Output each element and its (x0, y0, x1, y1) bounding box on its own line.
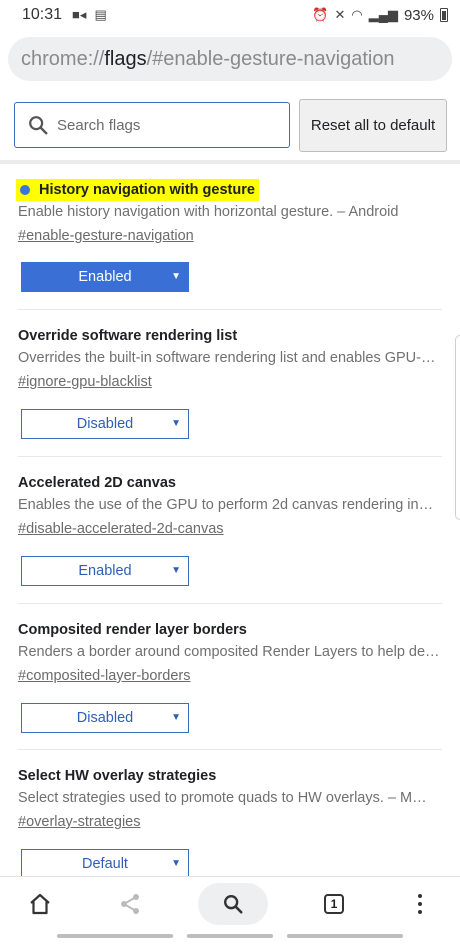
edge-panel-handle[interactable] (455, 335, 460, 520)
flag-title: Composited render layer borders (18, 619, 442, 641)
flag-state-value: Enabled (78, 563, 132, 579)
status-time: 10:31 (22, 6, 63, 23)
battery-percent: 93% (403, 6, 434, 24)
share-icon (121, 894, 139, 914)
gesture-hint-bar (187, 934, 273, 938)
flag-item: History navigation with gesture Enable h… (16, 179, 442, 292)
url-host: flags (104, 47, 147, 70)
flag-title-text: Accelerated 2D canvas (18, 475, 176, 491)
flag-link[interactable]: #ignore-gpu-blacklist (18, 374, 152, 394)
search-button[interactable] (198, 883, 268, 925)
flag-link[interactable]: #composited-layer-borders (18, 668, 190, 688)
reset-all-button[interactable]: Reset all to default (299, 99, 447, 152)
flag-title-text: Composited render layer borders (18, 622, 247, 638)
flag-state-value: Disabled (76, 710, 134, 726)
wifi-icon: ◠ (351, 7, 363, 22)
flag-description: Select strategies used to promote quads … (18, 790, 427, 806)
flag-item: Composited render layer borders Renders … (18, 619, 442, 733)
flag-state-select[interactable]: Enabled ▼ (21, 262, 189, 292)
flag-state-select[interactable]: Disabled ▼ (21, 409, 189, 439)
flag-title-text: History navigation with gesture (39, 182, 255, 198)
video-camera-icon: ■◂ (72, 7, 87, 22)
dropdown-caret-icon: ▼ (171, 271, 181, 282)
more-menu-button[interactable] (398, 883, 442, 925)
flag-state-select[interactable]: Default ▼ (21, 849, 189, 879)
mute-icon: ✕ (334, 7, 346, 22)
tab-switcher-icon: 1 (324, 894, 344, 914)
flag-item: Select HW overlay strategies Select stra… (18, 765, 442, 879)
flag-state-select[interactable]: Disabled ▼ (21, 703, 189, 733)
flag-item: Override software rendering list Overrid… (18, 325, 442, 439)
dropdown-caret-icon: ▼ (171, 858, 181, 869)
status-notification-icons: ■◂ ▤ (72, 7, 107, 23)
active-flag-dot-icon (20, 185, 30, 195)
flag-divider (18, 456, 442, 457)
dropdown-caret-icon: ▼ (171, 712, 181, 723)
flag-state-value: Disabled (76, 416, 134, 432)
search-input[interactable] (57, 116, 277, 134)
notification-icon: ▤ (94, 7, 107, 22)
flag-description: Enables the use of the GPU to perform 2d… (18, 497, 434, 513)
status-system-icons: ⏰ ✕ ◠ ▂▄▆ 93% (312, 7, 448, 24)
share-button[interactable] (108, 883, 152, 925)
flag-link[interactable]: #disable-accelerated-2d-canvas (18, 521, 224, 541)
flag-description: Enable history navigation with horizonta… (18, 204, 399, 220)
signal-icon: ▂▄▆ (368, 7, 398, 22)
flag-divider (18, 749, 442, 750)
header-divider (0, 160, 460, 164)
flag-state-select[interactable]: Enabled ▼ (21, 556, 189, 586)
flag-title-text: Select HW overlay strategies (18, 768, 217, 784)
dropdown-caret-icon: ▼ (171, 418, 181, 429)
tab-switcher-button[interactable]: 1 (312, 883, 356, 925)
flag-divider (18, 309, 442, 310)
gesture-hint-bar (287, 934, 403, 938)
flag-item: Accelerated 2D canvas Enables the use of… (18, 472, 442, 586)
bottom-toolbar: 1 (0, 876, 460, 930)
flag-title: Accelerated 2D canvas (18, 472, 442, 494)
home-icon (30, 893, 50, 915)
flag-title: Select HW overlay strategies (18, 765, 442, 787)
search-icon (29, 116, 48, 135)
flag-divider (18, 603, 442, 604)
flag-title: Override software rendering list (18, 325, 442, 347)
flag-link[interactable]: #enable-gesture-navigation (18, 228, 194, 248)
search-flags-box[interactable] (14, 102, 290, 148)
search-icon (224, 895, 243, 914)
more-vert-icon (418, 894, 422, 914)
battery-icon (440, 8, 448, 22)
flag-link[interactable]: #overlay-strategies (18, 814, 141, 834)
flag-state-value: Enabled (78, 269, 132, 285)
flag-title-text: Override software rendering list (18, 328, 238, 344)
flag-title: History navigation with gesture (16, 179, 259, 201)
home-button[interactable] (18, 883, 62, 925)
alarm-icon: ⏰ (312, 7, 329, 22)
url-path: /#enable-gesture-navigation (146, 47, 395, 70)
status-bar: 10:31 ■◂ ▤ ⏰ ✕ ◠ ▂▄▆ 93% (0, 0, 460, 30)
url-scheme: chrome:// (21, 47, 105, 70)
dropdown-caret-icon: ▼ (171, 565, 181, 576)
flag-state-value: Default (82, 856, 128, 872)
url-bar[interactable]: chrome://flags/#enable-gesture-navigatio… (8, 37, 452, 81)
flag-description: Renders a border around composited Rende… (18, 644, 440, 660)
gesture-hint-bar (57, 934, 173, 938)
flag-description: Overrides the built-in software renderin… (18, 350, 436, 366)
